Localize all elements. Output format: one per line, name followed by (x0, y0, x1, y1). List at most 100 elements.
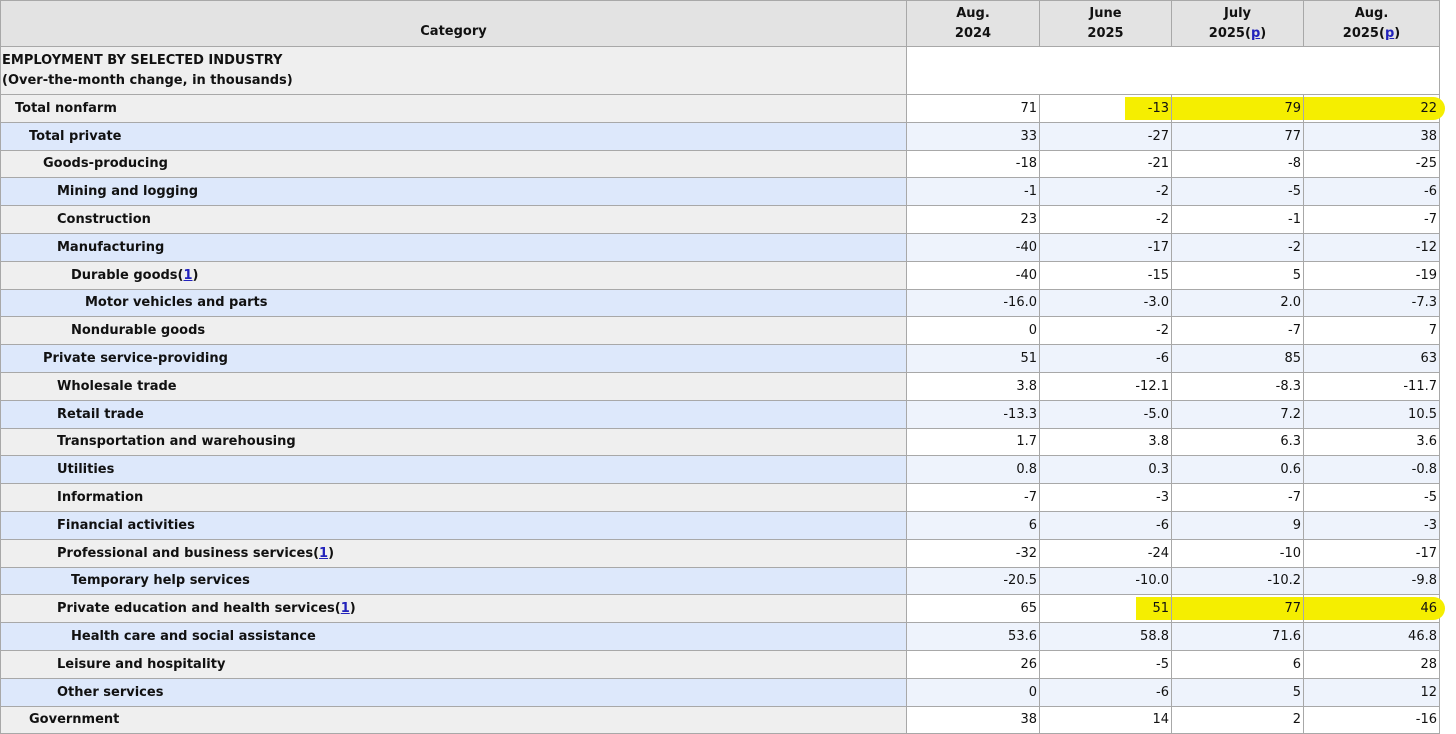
value-cell: 6.3 (1171, 427, 1304, 457)
value-text: -5.0 (1143, 406, 1169, 422)
table-row: Durable goods(1) -40 -15 5 -19 (0, 260, 1440, 290)
value-cell: 10.5 (1303, 399, 1440, 429)
value-cell: 46 (1303, 594, 1445, 624)
value-cell: -1 (906, 177, 1040, 207)
value-text: -40 (1015, 267, 1037, 283)
row-label: Financial activities (0, 510, 907, 540)
preliminary-footnote-link[interactable]: p (1385, 26, 1394, 41)
value-cell: -5 (1039, 649, 1172, 679)
value-cell: -5 (1303, 483, 1440, 512)
footnote-link[interactable]: 1 (341, 601, 350, 616)
value-cell: 14 (1039, 705, 1172, 734)
value-cell: 58.8 (1039, 622, 1172, 651)
row-label: Professional and business services(1) (0, 538, 907, 568)
table-row: Total private 33 -27 77 38 (0, 121, 1440, 151)
value-text: -13.3 (1003, 406, 1037, 422)
row-label-text: Goods-producing (43, 156, 168, 172)
value-cell: 0.8 (906, 455, 1040, 485)
column-header-year: 2025 (1087, 25, 1124, 41)
value-text: -21 (1147, 156, 1169, 172)
value-text: 3.8 (1016, 378, 1037, 394)
value-cell: -8.3 (1171, 371, 1304, 401)
row-label: Nondurable goods (0, 316, 907, 346)
row-label-text: Construction (57, 212, 151, 228)
table-row: Transportation and warehousing 1.7 3.8 6.3 3… (0, 427, 1440, 457)
column-header-month: Aug. (956, 5, 990, 21)
value-cell: -7 (1171, 483, 1304, 512)
row-label: Private education and health services(1) (0, 594, 907, 624)
value-cell: 0.6 (1171, 455, 1304, 485)
value-cell: 7 (1303, 316, 1440, 346)
value-cell: 6 (906, 510, 1040, 540)
row-label: Wholesale trade (0, 371, 907, 401)
value-cell: -17 (1039, 232, 1172, 262)
value-cell: -15 (1039, 260, 1172, 290)
column-header-year: 2025 (1208, 25, 1245, 41)
row-label: Total nonfarm (0, 94, 907, 123)
value-cell: -18 (906, 149, 1040, 179)
column-header-aug-2024: Aug. 2024 (906, 0, 1040, 47)
footnote-link[interactable]: 1 (319, 546, 328, 561)
value-cell: 6 (1171, 649, 1304, 679)
preliminary-footnote-link[interactable]: p (1251, 26, 1260, 41)
value-cell: 71.6 (1171, 622, 1304, 651)
value-text: 6.3 (1280, 434, 1301, 450)
table-row: Motor vehicles and parts -16.0 -3.0 2.0 -7.3 (0, 288, 1440, 318)
value-cell: 0.3 (1039, 455, 1172, 485)
value-text: 26 (1020, 656, 1037, 672)
value-cell: 0 (906, 677, 1040, 707)
value-text: -27 (1147, 128, 1169, 144)
value-text: -2 (1156, 212, 1169, 228)
value-cell: -10 (1171, 538, 1304, 568)
value-text: -3 (1156, 490, 1169, 506)
value-cell: -20.5 (906, 566, 1040, 596)
value-cell: -7 (1303, 205, 1440, 234)
value-cell: -6 (1039, 677, 1172, 707)
value-cell: -19 (1303, 260, 1440, 290)
row-label-text: Transportation and warehousing (57, 434, 296, 450)
value-text: -10.2 (1267, 573, 1301, 589)
value-cell: 38 (906, 705, 1040, 734)
footnote-link[interactable]: 1 (184, 268, 193, 283)
row-label: Manufacturing (0, 232, 907, 262)
value-text: -17 (1147, 239, 1169, 255)
value-text: 65 (1020, 601, 1037, 617)
value-text: 0.3 (1148, 462, 1169, 478)
value-cell: -6 (1303, 177, 1440, 207)
value-text: -24 (1147, 545, 1169, 561)
row-label-text: Information (57, 490, 144, 506)
value-cell: -2 (1171, 232, 1304, 262)
value-text: 1.7 (1016, 434, 1037, 450)
value-text: -3.0 (1143, 295, 1169, 311)
value-text: -12 (1415, 239, 1437, 255)
value-cell: -2 (1039, 205, 1172, 234)
value-text: 7 (1428, 323, 1437, 339)
section-subtitle: (Over-the-month change, in thousands) (2, 72, 293, 88)
value-cell: 38 (1303, 121, 1440, 151)
row-label: Total private (0, 121, 907, 151)
value-text: 9 (1292, 517, 1301, 533)
value-cell: -8 (1171, 149, 1304, 179)
value-cell: 26 (906, 649, 1040, 679)
value-text: -2 (1156, 184, 1169, 200)
value-cell: 2 (1171, 705, 1304, 734)
row-label-text: Leisure and hospitality (57, 656, 226, 672)
value-text: 51 (1152, 601, 1169, 617)
row-label-text: Utilities (57, 462, 115, 478)
row-label: Construction (0, 205, 907, 234)
column-header-month: July (1223, 5, 1252, 21)
value-text: -9.8 (1411, 573, 1437, 589)
table-row: Other services 0 -6 5 12 (0, 677, 1440, 707)
row-label-text: Temporary help services (71, 573, 250, 589)
table-row: Temporary help services -20.5 -10.0 -10.2 -9… (0, 566, 1440, 596)
row-label-text: Durable goods (71, 267, 178, 283)
row-label: Motor vehicles and parts (0, 288, 907, 318)
value-text: 6 (1028, 517, 1037, 533)
table-row: Wholesale trade 3.8 -12.1 -8.3 -11.7 (0, 371, 1440, 401)
value-text: -8 (1288, 156, 1301, 172)
row-label-text: Financial activities (57, 517, 195, 533)
value-text: 58.8 (1140, 629, 1169, 645)
row-label-text: Other services (57, 684, 164, 700)
value-cell: 3.8 (906, 371, 1040, 401)
value-cell: 51 (1039, 594, 1172, 624)
